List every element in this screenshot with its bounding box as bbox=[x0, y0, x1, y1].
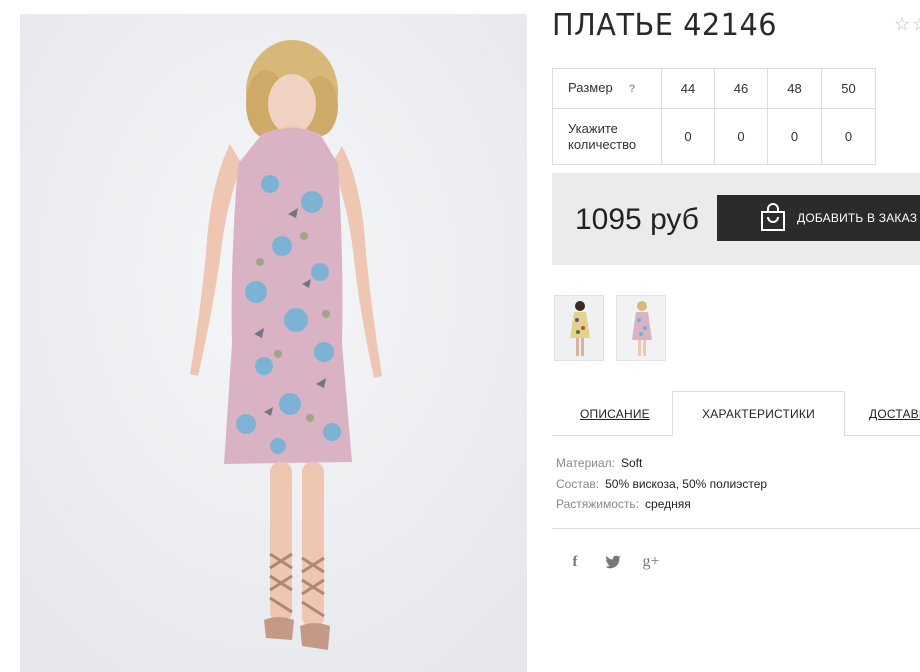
thumbnail-2-image bbox=[617, 296, 665, 360]
quantity-label-line1: Укажите bbox=[568, 120, 618, 136]
main-product-photo[interactable] bbox=[20, 14, 527, 672]
characteristics-list: Материал: Soft Состав: 50% вискоза, 50% по… bbox=[556, 453, 767, 515]
quantity-input-44[interactable]: 0 bbox=[661, 108, 715, 165]
characteristic-key: Материал: bbox=[556, 456, 615, 470]
size-help-icon[interactable]: ? bbox=[629, 81, 636, 97]
twitter-bird-shape bbox=[605, 555, 621, 569]
facebook-icon[interactable]: f bbox=[566, 552, 584, 572]
shopping-bag-icon bbox=[761, 203, 785, 231]
size-label: Размер bbox=[568, 80, 613, 95]
product-info-tabs: ОПИСАНИЕ ХАРАКТЕРИСТИКИ ДОСТАВКА bbox=[552, 391, 920, 437]
tab-delivery[interactable]: ДОСТАВКА bbox=[869, 391, 920, 436]
quantity-input-46[interactable]: 0 bbox=[714, 108, 768, 165]
characteristic-key: Состав: bbox=[556, 476, 600, 491]
characteristic-row: Состав: 50% вискоза, 50% полиэстер bbox=[556, 474, 767, 495]
size-44: 44 bbox=[661, 68, 715, 109]
size-50: 50 bbox=[821, 68, 876, 109]
characteristic-value: 50% вискоза, 50% полиэстер bbox=[605, 476, 768, 491]
quantity-input-50[interactable]: 0 bbox=[821, 108, 876, 165]
star-outline-icon[interactable]: ☆☆ bbox=[894, 14, 920, 35]
product-title: ПЛАТЬЕ 42146 bbox=[552, 8, 778, 43]
size-row: Размер? 44 46 48 50 bbox=[552, 68, 876, 109]
price-panel: 1095 руб ДОБАВИТЬ В ЗАКАЗ bbox=[552, 173, 920, 265]
characteristic-key: Растяжимость: bbox=[556, 497, 640, 511]
divider bbox=[552, 528, 920, 529]
product-price: 1095 руб bbox=[575, 203, 699, 236]
thumbnail-1-image bbox=[555, 296, 603, 360]
thumbnail-1[interactable] bbox=[554, 295, 604, 361]
model-in-dress-illustration bbox=[20, 14, 527, 672]
google-plus-icon[interactable]: g+ bbox=[642, 552, 660, 572]
size-48: 48 bbox=[767, 68, 822, 109]
quantity-label-cell: Укажите количество bbox=[552, 108, 662, 165]
characteristic-value: средняя bbox=[645, 497, 691, 511]
characteristic-row: Материал: Soft bbox=[556, 453, 767, 474]
quantity-input-48[interactable]: 0 bbox=[767, 108, 822, 165]
size-label-cell: Размер? bbox=[552, 68, 662, 109]
tab-description[interactable]: ОПИСАНИЕ bbox=[580, 391, 650, 436]
characteristic-row: Растяжимость: средняя bbox=[556, 494, 767, 515]
social-share: f g+ bbox=[566, 552, 660, 572]
quantity-row: Укажите количество 0 0 0 0 bbox=[552, 108, 876, 165]
add-to-order-label: ДОБАВИТЬ В ЗАКАЗ bbox=[797, 211, 918, 225]
characteristic-value: Soft bbox=[620, 456, 643, 470]
tab-characteristics[interactable]: ХАРАКТЕРИСТИКИ bbox=[672, 391, 845, 437]
add-to-order-button[interactable]: ДОБАВИТЬ В ЗАКАЗ bbox=[717, 195, 920, 241]
size-46: 46 bbox=[714, 68, 768, 109]
size-quantity-table: Размер? 44 46 48 50 Укажите количество 0… bbox=[552, 68, 876, 165]
twitter-icon[interactable] bbox=[604, 552, 622, 572]
thumbnail-2[interactable] bbox=[616, 295, 666, 361]
quantity-label-line2: количество bbox=[568, 136, 637, 152]
